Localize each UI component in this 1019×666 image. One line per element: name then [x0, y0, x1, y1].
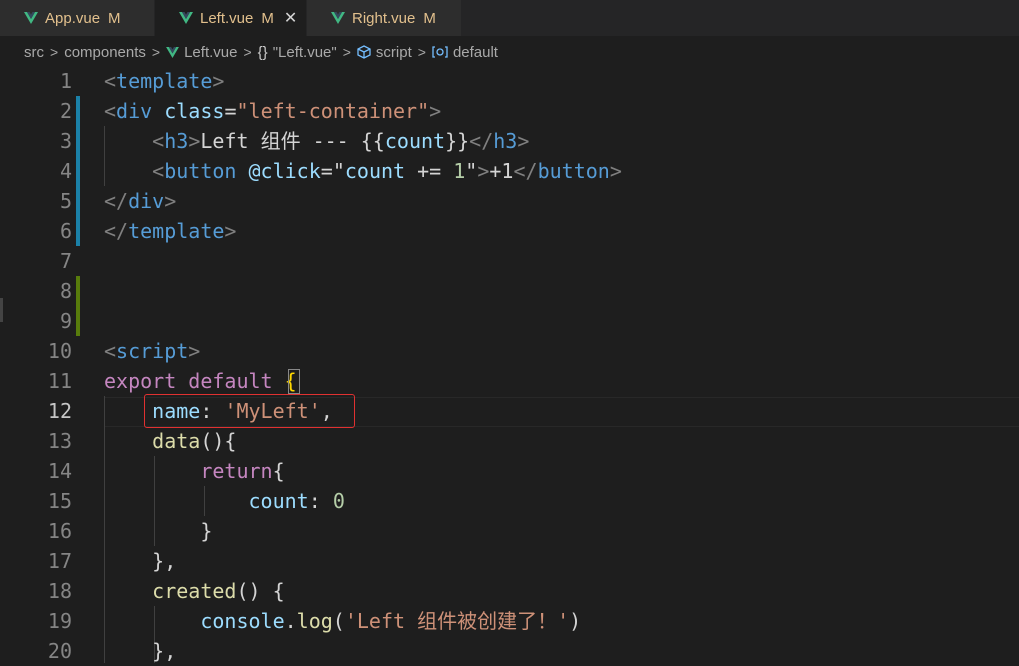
code-line: 2 <div class="left-container">	[0, 96, 1019, 126]
code-line: 15 count: 0	[0, 486, 1019, 516]
line-content[interactable]: },	[104, 546, 176, 576]
code-line: 14 return{	[0, 456, 1019, 486]
chevron-right-icon: >	[342, 44, 351, 60]
line-number: 18	[47, 579, 72, 603]
tab-label: Left.vue	[200, 9, 254, 27]
line-number: 13	[47, 429, 72, 453]
code-line: 11 export default {	[0, 366, 1019, 396]
line-number: 12	[47, 399, 72, 423]
line-number: 9	[59, 309, 72, 333]
breadcrumb: src > components > Left.vue > {} "Left.v…	[0, 38, 1019, 66]
line-number: 3	[59, 129, 72, 153]
cube-icon	[357, 45, 371, 59]
line-content[interactable]: count: 0	[104, 486, 345, 516]
line-number: 7	[59, 249, 72, 273]
code-line: 20 },	[0, 636, 1019, 666]
line-content[interactable]: </div>	[104, 186, 176, 216]
line-content[interactable]: <div class="left-container">	[104, 96, 441, 126]
breadcrumb-object[interactable]: "Left.vue"	[273, 44, 337, 61]
code-line: 6 </template>	[0, 216, 1019, 246]
modified-badge: M	[423, 9, 436, 27]
line-number: 4	[59, 159, 72, 183]
vue-file-icon	[24, 12, 38, 24]
chevron-right-icon: >	[151, 44, 161, 60]
close-icon[interactable]: ✕	[284, 8, 297, 28]
line-number: 5	[59, 189, 72, 213]
code-line: 7	[0, 246, 1019, 276]
line-content[interactable]: data(){	[104, 426, 236, 456]
line-number: 1	[59, 69, 72, 93]
tab-app-vue[interactable]: App.vue M	[0, 0, 155, 36]
tab-label: App.vue	[45, 9, 101, 27]
code-line: 5 </div>	[0, 186, 1019, 216]
line-number: 17	[47, 549, 72, 573]
line-number: 11	[47, 369, 72, 393]
braces-icon: {}	[257, 43, 268, 61]
vue-file-icon	[166, 46, 180, 58]
line-content[interactable]: <h3>Left 组件 --- {{count}}</h3>	[104, 126, 529, 156]
code-line: 17 },	[0, 546, 1019, 576]
breadcrumb-script[interactable]: script	[376, 44, 412, 61]
chevron-right-icon: >	[243, 44, 252, 60]
code-line: 9	[0, 306, 1019, 336]
modified-badge: M	[261, 9, 274, 27]
line-content[interactable]: <script>	[104, 336, 200, 366]
code-line: 13 data(){	[0, 426, 1019, 456]
line-number: 15	[47, 489, 72, 513]
line-number: 10	[47, 339, 72, 363]
bracket-match-highlight	[288, 369, 300, 394]
vue-file-icon	[331, 12, 345, 24]
line-number: 20	[47, 639, 72, 663]
code-line: 3 <h3>Left 组件 --- {{count}}</h3>	[0, 126, 1019, 156]
line-number: 8	[59, 279, 72, 303]
chevron-right-icon: >	[50, 44, 59, 60]
line-number: 6	[59, 219, 72, 243]
line-content[interactable]: return{	[104, 456, 284, 486]
breadcrumb-file[interactable]: Left.vue	[184, 44, 237, 61]
code-editor[interactable]: 1 <template> 2 <div class="left-containe…	[0, 66, 1019, 663]
line-content[interactable]: export default {	[104, 366, 297, 396]
line-number: 19	[47, 609, 72, 633]
line-number: 2	[59, 99, 72, 123]
modified-badge: M	[108, 9, 121, 27]
line-content[interactable]: <template>	[104, 66, 224, 96]
code-line: 4 <button @click="count += 1">+1</button…	[0, 156, 1019, 186]
line-number: 14	[47, 459, 72, 483]
tab-bar: App.vue M Left.vue M ✕ Right.vue M	[0, 0, 1019, 36]
breadcrumb-default[interactable]: default	[453, 44, 498, 61]
breadcrumb-components[interactable]: components	[64, 44, 146, 61]
chevron-right-icon: >	[417, 44, 426, 60]
tab-right-vue[interactable]: Right.vue M	[307, 0, 462, 36]
line-content[interactable]: }	[104, 516, 212, 546]
breadcrumb-src[interactable]: src	[24, 44, 44, 61]
code-line: 1 <template>	[0, 66, 1019, 96]
code-line: 18 created() {	[0, 576, 1019, 606]
code-line: 19 console.log('Left 组件被创建了！')	[0, 606, 1019, 636]
annotation-red-box	[144, 394, 355, 428]
vue-file-icon	[179, 12, 193, 24]
line-content[interactable]: </template>	[104, 216, 236, 246]
line-content[interactable]: created() {	[104, 576, 284, 606]
code-line: 8	[0, 276, 1019, 306]
code-line: 10 <script>	[0, 336, 1019, 366]
field-icon	[432, 46, 448, 58]
line-content[interactable]: <button @click="count += 1">+1</button>	[104, 156, 622, 186]
tab-label: Right.vue	[352, 9, 416, 27]
tab-left-vue[interactable]: Left.vue M ✕	[155, 0, 307, 36]
line-content[interactable]: },	[104, 636, 176, 666]
line-number: 16	[47, 519, 72, 543]
code-line: 16 }	[0, 516, 1019, 546]
line-content[interactable]: console.log('Left 组件被创建了！')	[104, 606, 581, 636]
